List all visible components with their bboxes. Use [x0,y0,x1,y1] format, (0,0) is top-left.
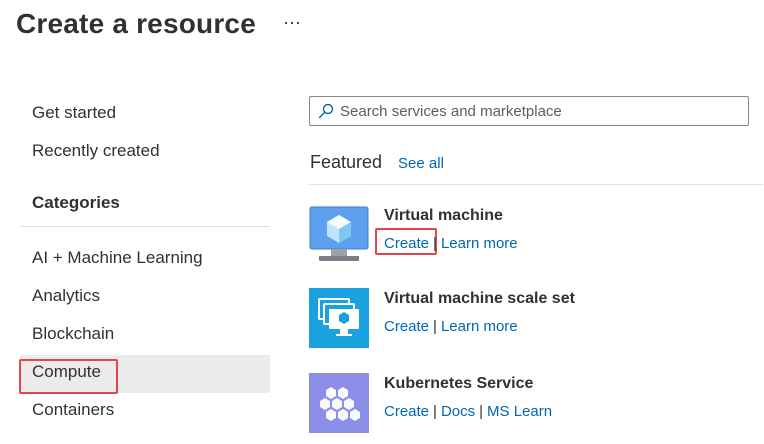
sidebar-item-ai-machine-learning[interactable]: AI + Machine Learning [20,241,270,279]
sidebar-item-recently-created[interactable]: Recently created [20,134,270,172]
search-box[interactable] [309,96,749,126]
sidebar-item-analytics[interactable]: Analytics [20,279,270,317]
aks-ms-learn-link[interactable]: MS Learn [487,403,552,420]
link-separator: | [433,403,437,420]
vm-learn-more-link[interactable]: Learn more [441,235,518,252]
featured-header: Featured See all [310,152,444,173]
kubernetes-icon [309,373,369,433]
featured-item-virtual-machine: Virtual machine Create | Learn more [309,205,759,267]
featured-divider [309,184,763,185]
search-input[interactable] [340,102,740,120]
aks-docs-link[interactable]: Docs [441,403,475,420]
item-name: Virtual machine scale set [384,290,575,307]
page-title: Create a resource [16,8,256,39]
sidebar-item-compute[interactable]: Compute [20,355,270,393]
sidebar-divider [20,226,270,227]
featured-item-vm-scale-set: Virtual machine scale set Create | Learn m… [309,288,759,350]
vm-create-link[interactable]: Create [384,235,429,252]
sidebar: Get started Recently created Categories … [20,96,270,431]
aks-create-link[interactable]: Create [384,403,429,420]
item-name: Kubernetes Service [384,375,534,392]
link-separator: | [479,403,484,420]
link-separator: | [433,318,437,335]
link-separator: | [433,235,437,252]
vm-scale-set-icon [309,288,369,348]
featured-item-kubernetes-service: Kubernetes Service Create | Docs | MS Learn [309,373,759,435]
virtual-machine-icon [309,205,369,265]
item-links: Create | Learn more [384,235,518,252]
item-name: Virtual machine [384,207,503,224]
item-links: Create | Learn more [384,318,518,335]
vmss-create-link[interactable]: Create [384,318,429,335]
vmss-learn-more-link[interactable]: Learn more [441,318,518,335]
sidebar-item-blockchain[interactable]: Blockchain [20,317,270,355]
item-links: Create | Docs | MS Learn [384,403,552,420]
sidebar-item-containers[interactable]: Containers [20,393,270,431]
see-all-link[interactable]: See all [398,155,444,172]
featured-title: Featured [310,152,383,172]
search-icon [318,103,334,119]
sidebar-item-get-started[interactable]: Get started [20,96,270,134]
more-options-button[interactable]: ··· [283,12,301,33]
categories-heading: Categories [32,193,120,212]
